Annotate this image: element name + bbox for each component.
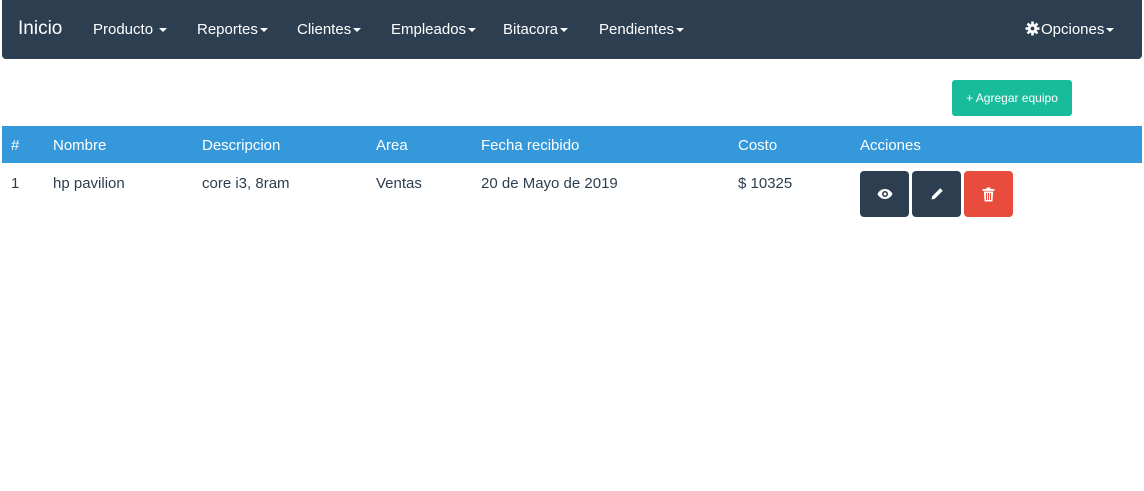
cell-costo: $ 10325 [738, 175, 793, 192]
cell-fecha: 20 de Mayo de 2019 [481, 175, 618, 192]
nav-item-label: Producto [93, 21, 154, 38]
column-header-descripcion: Descripcion [202, 137, 281, 154]
cell-id: 1 [11, 175, 20, 192]
nav-item-producto[interactable]: Producto [93, 21, 168, 38]
caret-down-icon [353, 28, 362, 33]
nav-item-label: Opciones [1041, 21, 1105, 38]
column-header-number: # [11, 137, 20, 154]
brand-link[interactable]: Inicio [18, 18, 62, 40]
caret-down-icon [1106, 28, 1115, 33]
trash-icon [982, 187, 995, 201]
pencil-icon [931, 188, 943, 200]
column-header-costo: Costo [738, 137, 778, 154]
column-header-acciones: Acciones [860, 137, 921, 154]
caret-down-icon [676, 28, 685, 33]
caret-down-icon [468, 28, 477, 33]
nav-item-label: Empleados [391, 21, 467, 38]
nav-item-clientes[interactable]: Clientes [297, 21, 362, 38]
column-header-nombre: Nombre [53, 137, 107, 154]
column-header-fecha: Fecha recibido [481, 137, 580, 154]
nav-item-label: Reportes [197, 21, 258, 38]
nav-item-opciones[interactable]: Opciones [1025, 21, 1115, 38]
cell-area: Ventas [376, 175, 422, 192]
nav-item-label: Clientes [297, 21, 352, 38]
top-navbar: Inicio Producto Reportes Clientes Emplea… [2, 0, 1142, 59]
add-equipment-button[interactable]: + Agregar equipo [952, 80, 1072, 116]
nav-item-empleados[interactable]: Empleados [391, 21, 477, 38]
caret-down-icon [159, 28, 168, 33]
table-header: # Nombre Descripcion Area Fecha recibido… [2, 126, 1142, 163]
nav-item-bitacora[interactable]: Bitacora [503, 21, 569, 38]
nav-item-label: Bitacora [503, 21, 559, 38]
cell-nombre: hp pavilion [53, 175, 125, 192]
gear-icon [1025, 21, 1040, 36]
column-header-area: Area [376, 137, 408, 154]
nav-item-reportes[interactable]: Reportes [197, 21, 268, 38]
cell-descripcion: core i3, 8ram [202, 175, 290, 192]
view-button[interactable] [860, 171, 909, 217]
nav-item-pendientes[interactable]: Pendientes [599, 21, 685, 38]
caret-down-icon [259, 28, 268, 33]
delete-button[interactable] [964, 171, 1013, 217]
edit-button[interactable] [912, 171, 961, 217]
eye-icon [877, 189, 892, 199]
caret-down-icon [560, 28, 569, 33]
nav-item-label: Pendientes [599, 21, 675, 38]
